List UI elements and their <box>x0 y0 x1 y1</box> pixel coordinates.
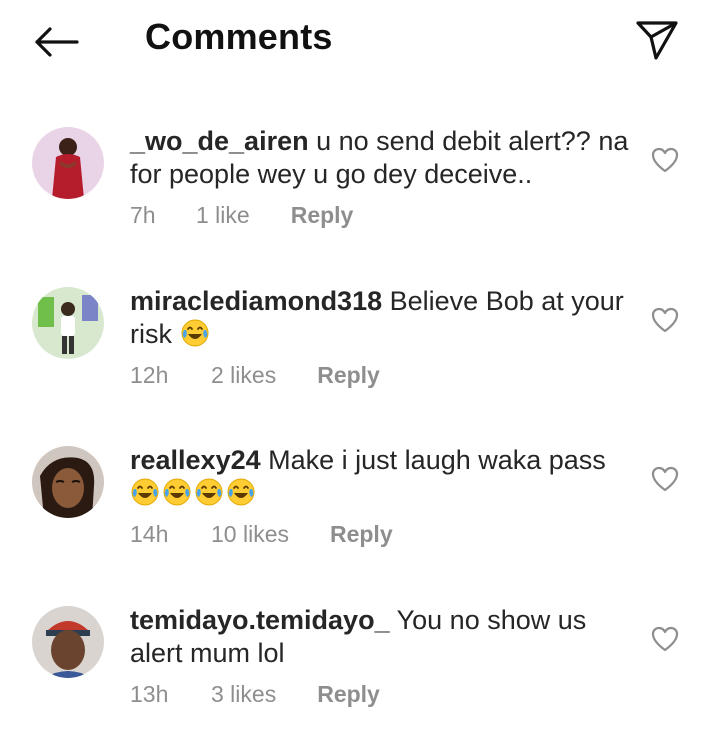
comment-username[interactable]: _wo_de_airen <box>130 126 309 156</box>
back-button[interactable] <box>28 18 84 66</box>
paper-plane-icon <box>636 21 678 60</box>
comment-time: 13h <box>130 681 169 707</box>
comment-username[interactable]: miraclediamond318 <box>130 286 382 316</box>
comment-item: temidayo.temidayo_ You no show us alert … <box>0 604 720 756</box>
comment-item: _wo_de_airen u no send debit alert?? na … <box>0 125 720 277</box>
arrow-left-icon <box>35 27 79 57</box>
direct-message-button[interactable] <box>628 14 686 66</box>
avatar[interactable] <box>32 606 104 678</box>
avatar[interactable] <box>32 287 104 359</box>
comment-body: temidayo.temidayo_ You no show us alert … <box>130 604 630 670</box>
page-title: Comments <box>145 16 333 57</box>
comment-text: Make i just laugh waka pass <box>268 445 606 475</box>
heart-icon[interactable] <box>650 464 680 494</box>
comment-likes[interactable]: 3 likes <box>211 681 276 708</box>
comment-username[interactable]: temidayo.temidayo_ <box>130 605 390 635</box>
tears-of-joy-emoji-icon <box>131 478 159 506</box>
comment-meta: 12h 2 likes Reply <box>130 362 380 389</box>
reply-button[interactable]: Reply <box>291 202 354 229</box>
avatar[interactable] <box>32 127 104 199</box>
comment-meta: 14h 10 likes Reply <box>130 521 393 548</box>
comment-time: 14h <box>130 521 169 547</box>
reply-button[interactable]: Reply <box>330 521 393 548</box>
tears-of-joy-emoji-icon <box>163 478 191 506</box>
comment-username[interactable]: reallexy24 <box>130 445 261 475</box>
tears-of-joy-emoji-icon <box>181 319 209 347</box>
comment-time: 7h <box>130 202 156 228</box>
tears-of-joy-emoji-icon <box>195 478 223 506</box>
header-bar: Comments <box>0 0 720 80</box>
heart-icon[interactable] <box>650 624 680 654</box>
reply-button[interactable]: Reply <box>317 681 380 708</box>
tears-of-joy-emoji-icon <box>227 478 255 506</box>
reply-button[interactable]: Reply <box>317 362 380 389</box>
comment-body: reallexy24 Make i just laugh waka pass <box>130 444 630 510</box>
comment-meta: 7h 1 like Reply <box>130 202 353 229</box>
comment-likes[interactable]: 1 like <box>196 202 250 229</box>
heart-icon[interactable] <box>650 145 680 175</box>
comment-likes[interactable]: 10 likes <box>211 521 289 548</box>
comment-item: miraclediamond318 Believe Bob at your ri… <box>0 285 720 437</box>
comment-body: _wo_de_airen u no send debit alert?? na … <box>130 125 630 191</box>
comment-likes[interactable]: 2 likes <box>211 362 276 389</box>
comment-item: reallexy24 Make i just laugh waka pass 1… <box>0 444 720 596</box>
comment-meta: 13h 3 likes Reply <box>130 681 380 708</box>
avatar[interactable] <box>32 446 104 518</box>
comment-time: 12h <box>130 362 169 388</box>
heart-icon[interactable] <box>650 305 680 335</box>
comment-body: miraclediamond318 Believe Bob at your ri… <box>130 285 630 351</box>
